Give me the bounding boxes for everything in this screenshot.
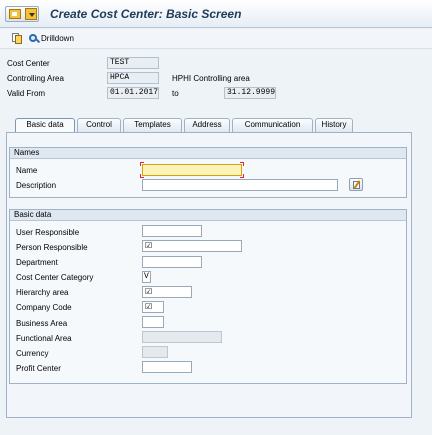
focus-corner-tr: [240, 162, 244, 166]
hierarchy-area-field[interactable]: ☑: [142, 286, 192, 298]
focus-corner-tl: [140, 162, 144, 166]
focus-corner-bl: [140, 174, 144, 178]
basic-data-group-title: Basic data: [10, 210, 406, 221]
currency-field: [142, 346, 168, 358]
names-group-title: Names: [10, 148, 406, 159]
valid-to-field[interactable]: 31.12.9999: [224, 87, 276, 99]
company-code-field[interactable]: ☑: [142, 301, 164, 313]
functional-area-field: [142, 331, 222, 343]
business-area-field[interactable]: [142, 316, 164, 328]
tab-communication[interactable]: Communication: [232, 118, 313, 132]
focus-corner-br: [240, 174, 244, 178]
copy-document-icon[interactable]: [12, 33, 23, 44]
screen-menu-icon[interactable]: [9, 9, 21, 19]
cost-center-category-label: Cost Center Category: [16, 273, 94, 282]
user-responsible-label: User Responsible: [16, 228, 80, 237]
controlling-area-label: Controlling Area: [7, 74, 64, 83]
company-code-label: Company Code: [16, 303, 72, 312]
required-check-icon: ☑: [145, 241, 153, 250]
to-label: to: [172, 89, 179, 98]
user-responsible-field[interactable]: [142, 225, 202, 237]
controlling-area-text: HPHI Controlling area: [172, 74, 250, 83]
valid-from-field[interactable]: 01.01.2017: [107, 87, 159, 99]
department-field[interactable]: [142, 256, 202, 268]
tab-address[interactable]: Address: [184, 118, 230, 132]
dropdown-menu-icon[interactable]: [25, 8, 37, 20]
tab-control[interactable]: Control: [77, 118, 121, 132]
profit-center-label: Profit Center: [16, 364, 61, 373]
application-toolbar: Drilldown: [0, 29, 432, 49]
person-responsible-field[interactable]: ☑: [142, 240, 242, 252]
title-bar: Create Cost Center: Basic Screen: [0, 0, 432, 28]
tab-templates[interactable]: Templates: [123, 118, 182, 132]
department-label: Department: [16, 258, 58, 267]
valid-from-label: Valid From: [7, 89, 46, 98]
name-label: Name: [16, 166, 38, 175]
controlling-area-field[interactable]: HPCA: [107, 72, 159, 84]
edit-description-button[interactable]: [349, 178, 363, 191]
required-check-icon: ☑: [145, 287, 153, 296]
profit-center-field[interactable]: [142, 361, 192, 373]
functional-area-label: Functional Area: [16, 334, 72, 343]
drilldown-button[interactable]: Drilldown: [41, 34, 74, 43]
required-check-icon: ☑: [145, 302, 153, 311]
tab-basic-data[interactable]: Basic data: [15, 118, 75, 132]
currency-label: Currency: [16, 349, 49, 358]
cost-center-label: Cost Center: [7, 59, 50, 68]
name-field[interactable]: [142, 164, 242, 176]
business-area-label: Business Area: [16, 319, 68, 328]
description-label: Description: [16, 181, 57, 190]
description-field[interactable]: [142, 179, 338, 191]
cost-center-category-field[interactable]: V: [142, 271, 151, 283]
cost-center-field[interactable]: TEST: [107, 57, 159, 69]
hierarchy-area-label: Hierarchy area: [16, 288, 69, 297]
page-title: Create Cost Center: Basic Screen: [50, 7, 242, 21]
person-responsible-label: Person Responsible: [16, 243, 88, 252]
tab-history[interactable]: History: [315, 118, 353, 132]
menu-icon-group[interactable]: [5, 6, 39, 22]
drilldown-icon[interactable]: [29, 33, 41, 44]
